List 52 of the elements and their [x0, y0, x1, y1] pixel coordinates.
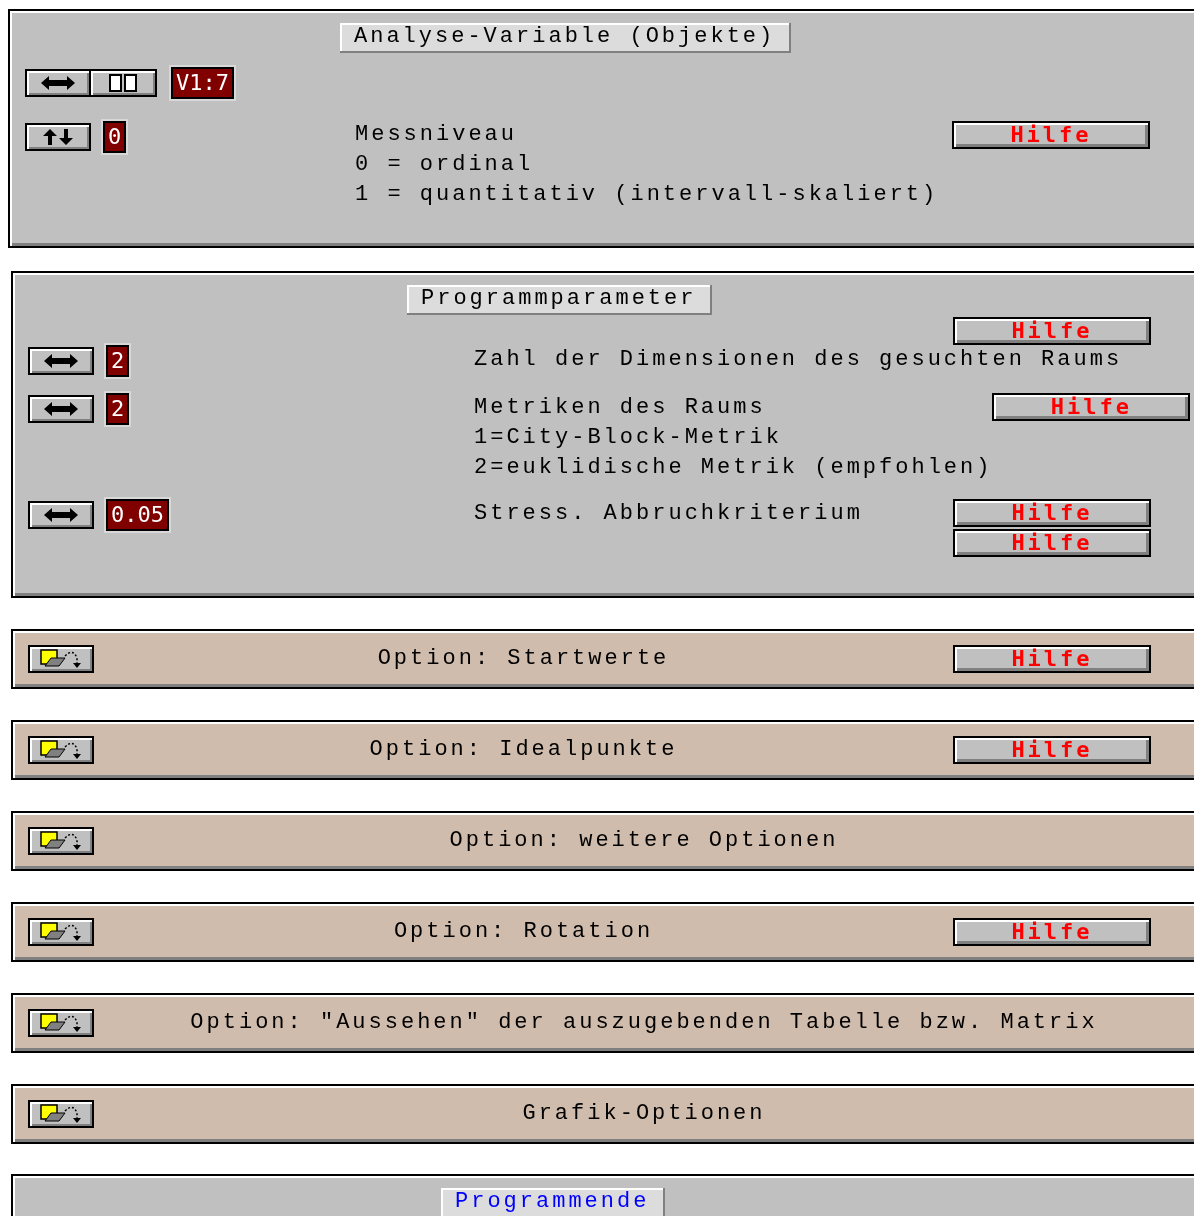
folder-button[interactable]: [28, 918, 94, 946]
value-field[interactable]: V1:7: [171, 67, 234, 99]
horizontal-arrows-button[interactable]: [28, 347, 94, 375]
up-down-arrows-icon: [41, 128, 75, 146]
folder-button[interactable]: [28, 645, 94, 673]
description-text: 1=City-Block-Metrik: [474, 424, 783, 452]
end-button[interactable]: Programmende: [441, 1188, 666, 1216]
up-down-arrows-button[interactable]: [25, 123, 91, 151]
value-field[interactable]: 0.05: [106, 499, 169, 531]
option-bar[interactable]: Option: "Aussehen" der auszugebenden Tabelle bzw. Matrix: [11, 993, 1194, 1053]
description-text: Metriken des Raums: [474, 394, 767, 422]
value-field[interactable]: 2: [106, 393, 130, 425]
horizontal-arrows-icon: [42, 506, 80, 524]
folder-button[interactable]: [28, 827, 94, 855]
option-label: Option: weitere Optionen: [448, 827, 840, 855]
description-text: Messniveau: [355, 121, 519, 149]
horizontal-arrows-icon: [42, 352, 80, 370]
columns-icon: [108, 74, 138, 92]
columns-button[interactable]: [91, 71, 155, 95]
value-field[interactable]: 0: [103, 121, 127, 153]
description-text: 0 = ordinal: [355, 151, 535, 179]
option-bar[interactable]: Option: Idealpunkte Hilfe: [11, 720, 1194, 780]
horizontal-arrows-button[interactable]: [27, 71, 91, 95]
option-label: Grafik-Optionen: [521, 1100, 767, 1128]
horizontal-arrows-icon: [39, 74, 77, 92]
folder-button[interactable]: [28, 736, 94, 764]
folder-arrow-icon: [39, 739, 83, 761]
option-bar[interactable]: Option: Startwerte Hilfe: [11, 629, 1194, 689]
folder-arrow-icon: [39, 1012, 83, 1034]
option-bar[interactable]: Option: weitere Optionen: [11, 811, 1194, 871]
description-text: 2=euklidische Metrik (empfohlen): [474, 454, 993, 482]
folder-arrow-icon: [39, 1103, 83, 1125]
description-text: Zahl der Dimensionen des gesuchten Raums: [474, 346, 1123, 374]
option-label: Option: Startwerte: [376, 645, 671, 673]
description-text: 1 = quantitativ (intervall-skaliert): [355, 181, 939, 209]
panel-title: Programmparameter: [407, 285, 713, 315]
panel-title: Analyse-Variable (Objekte): [340, 23, 792, 53]
horizontal-arrows-icon: [42, 400, 80, 418]
horizontal-arrows-button[interactable]: [28, 501, 94, 529]
folder-arrow-icon: [39, 921, 83, 943]
option-bar[interactable]: Option: Rotation Hilfe: [11, 902, 1194, 962]
option-label: Option: "Aussehen" der auszugebenden Tabelle bzw. Matrix: [189, 1009, 1099, 1037]
option-label: Option: Idealpunkte: [368, 736, 679, 764]
horizontal-arrows-button[interactable]: [28, 395, 94, 423]
folder-arrow-icon: [39, 830, 83, 852]
folder-arrow-icon: [39, 648, 83, 670]
option-bar[interactable]: Grafik-Optionen: [11, 1084, 1194, 1144]
description-text: Stress. Abbruchkriterium: [474, 500, 863, 528]
option-label: Option: Rotation: [392, 918, 655, 946]
value-field[interactable]: 2: [106, 345, 130, 377]
folder-button[interactable]: [28, 1009, 94, 1037]
folder-button[interactable]: [28, 1100, 94, 1128]
